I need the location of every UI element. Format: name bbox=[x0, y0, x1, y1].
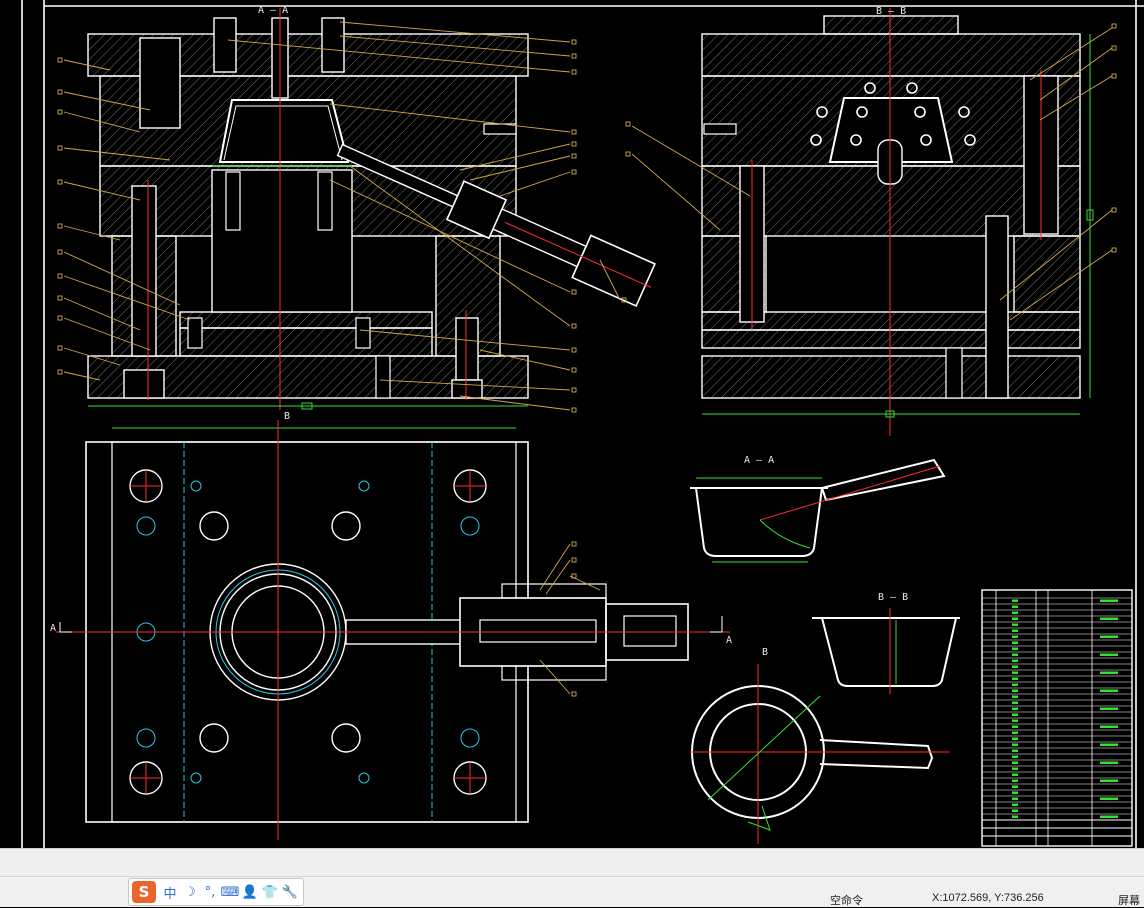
coordinate-readout: X:1072.569, Y:736.256 bbox=[932, 892, 1044, 904]
part-label-b: B bbox=[762, 647, 769, 658]
ime-mode-toggle[interactable]: 中 bbox=[160, 881, 180, 903]
section-label-b-b: B — B bbox=[876, 6, 907, 17]
assembly-section-a[interactable] bbox=[87, 8, 660, 429]
section-label-a-a: A — A bbox=[258, 5, 289, 16]
part-label-a-a: A — A bbox=[744, 455, 775, 466]
keyboard-icon[interactable]: ⌨ bbox=[220, 881, 240, 903]
dimension-label-b: B bbox=[284, 411, 291, 422]
sogou-logo-icon[interactable]: S bbox=[132, 881, 156, 903]
ime-toolbar[interactable]: S 中 ☽ °, ⌨ 👤 👕 🔧 bbox=[128, 878, 304, 906]
punctuation-icon[interactable]: °, bbox=[200, 881, 220, 903]
command-line[interactable] bbox=[0, 848, 1144, 877]
plan-view[interactable] bbox=[56, 420, 730, 840]
skin-icon[interactable]: 👕 bbox=[260, 881, 280, 903]
part-plan[interactable] bbox=[690, 664, 950, 844]
moon-icon[interactable]: ☽ bbox=[180, 881, 200, 903]
cad-drawing-canvas[interactable] bbox=[0, 0, 1144, 848]
user-icon[interactable]: 👤 bbox=[240, 881, 260, 903]
cad-drawing-area[interactable]: A — A B — B B A A A — A B — B B bbox=[0, 0, 1144, 848]
section-marker-a-left: A bbox=[50, 623, 57, 634]
assembly-section-b[interactable] bbox=[701, 8, 1094, 436]
part-section-a[interactable] bbox=[690, 458, 946, 563]
part-label-b-b: B — B bbox=[878, 592, 909, 603]
bill-of-materials-table[interactable] bbox=[981, 589, 1133, 847]
part-section-b[interactable] bbox=[812, 608, 960, 694]
wrench-icon[interactable]: 🔧 bbox=[280, 881, 300, 903]
section-marker-a-right: A bbox=[726, 635, 733, 646]
